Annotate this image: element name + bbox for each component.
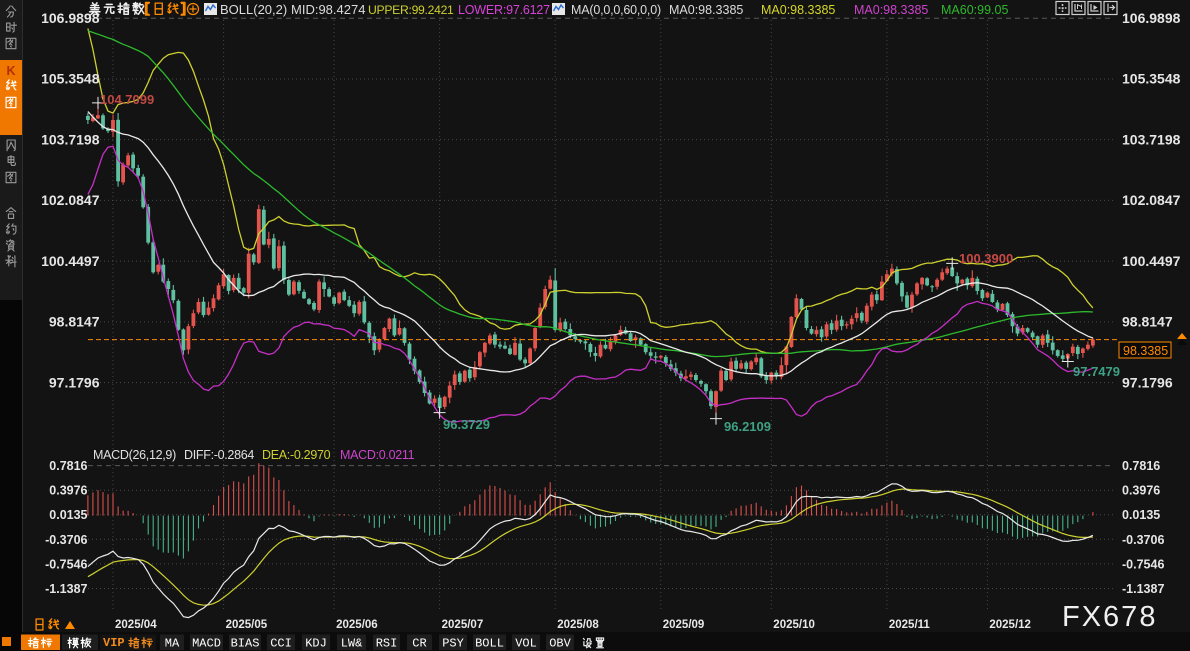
svg-text:106.9898: 106.9898 [1122,10,1181,26]
svg-text:OBV: OBV [549,637,571,651]
svg-text:0.3976: 0.3976 [1122,484,1160,498]
svg-text:2025/11: 2025/11 [889,619,931,631]
svg-text:0.7816: 0.7816 [49,459,87,473]
svg-text:MA0:98.3385: MA0:98.3385 [761,3,835,17]
svg-text:97.1796: 97.1796 [49,374,100,390]
svg-text:-0.3706: -0.3706 [1122,533,1164,547]
svg-text:2025/04: 2025/04 [115,619,157,631]
svg-text:100.3900: 100.3900 [959,251,1013,266]
svg-text:CR: CR [412,637,426,651]
svg-text:2025/10: 2025/10 [773,619,815,631]
svg-text:K: K [6,64,15,78]
svg-text:2025/07: 2025/07 [442,619,484,631]
svg-text:UPPER:99.2421: UPPER:99.2421 [368,3,454,17]
svg-text:98.8147: 98.8147 [1122,314,1173,330]
svg-text:0.0135: 0.0135 [1122,508,1160,522]
svg-text:2025/05: 2025/05 [226,619,268,631]
svg-text:96.3729: 96.3729 [443,417,490,432]
svg-text:100.4497: 100.4497 [1122,253,1181,269]
svg-text:RSI: RSI [376,637,398,651]
svg-text:-0.7546: -0.7546 [1122,557,1164,571]
svg-text:MA(0,0,0,60,0,0): MA(0,0,0,60,0,0) [571,3,661,17]
svg-text:MACD: MACD [192,637,221,651]
svg-text:LW&: LW& [341,637,363,651]
svg-text:-1.1387: -1.1387 [45,582,87,596]
svg-text:MA0:98.3385: MA0:98.3385 [669,3,743,17]
svg-text:98.8147: 98.8147 [49,314,100,330]
svg-text:FX678: FX678 [1062,601,1157,633]
svg-text:104.7099: 104.7099 [100,92,154,107]
svg-text:MA: MA [165,637,180,651]
svg-text:105.3548: 105.3548 [1122,71,1181,87]
svg-text:105.3548: 105.3548 [41,71,100,87]
svg-text:97.1796: 97.1796 [1122,374,1173,390]
svg-text:2025/08: 2025/08 [557,619,599,631]
svg-text:98.3385: 98.3385 [1123,344,1168,358]
svg-text:97.7479: 97.7479 [1073,364,1120,379]
svg-text:PSY: PSY [442,637,464,651]
svg-text:CCI: CCI [270,637,292,651]
svg-text:100.4497: 100.4497 [41,253,100,269]
svg-text:0.3976: 0.3976 [49,484,87,498]
svg-text:2025/12: 2025/12 [989,619,1031,631]
svg-text:LOWER:97.6127: LOWER:97.6127 [458,3,550,17]
svg-text:KDJ: KDJ [305,637,327,651]
svg-text:-0.7546: -0.7546 [45,557,87,571]
svg-text:VOL: VOL [515,637,537,651]
svg-text:MACD(26,12,9): MACD(26,12,9) [93,448,176,462]
svg-text:2025/09: 2025/09 [663,619,705,631]
svg-text:0.7816: 0.7816 [1122,459,1160,473]
svg-text:103.7198: 103.7198 [41,131,100,147]
svg-text:102.0847: 102.0847 [41,192,100,208]
svg-text:VIP: VIP [103,636,125,650]
svg-text:2025/06: 2025/06 [336,619,378,631]
svg-text:0.0135: 0.0135 [49,508,87,522]
svg-text:BOLL: BOLL [475,637,504,651]
svg-text:MA0:98.3385: MA0:98.3385 [854,3,928,17]
svg-text:DIFF:-0.2864: DIFF:-0.2864 [184,448,254,462]
svg-text:MID:98.4274: MID:98.4274 [291,2,365,17]
svg-text:MACD:0.0211: MACD:0.0211 [340,448,415,462]
svg-text:BIAS: BIAS [231,637,260,651]
svg-text:103.7198: 103.7198 [1122,131,1181,147]
svg-text:MA60:99.05: MA60:99.05 [941,3,1008,17]
svg-text:-0.3706: -0.3706 [45,533,87,547]
svg-text:DEA:-0.2970: DEA:-0.2970 [262,448,331,462]
svg-text:102.0847: 102.0847 [1122,192,1181,208]
svg-text:96.2109: 96.2109 [724,419,771,434]
svg-text:BOLL(20,2): BOLL(20,2) [220,2,287,17]
svg-text:-1.1387: -1.1387 [1122,582,1164,596]
